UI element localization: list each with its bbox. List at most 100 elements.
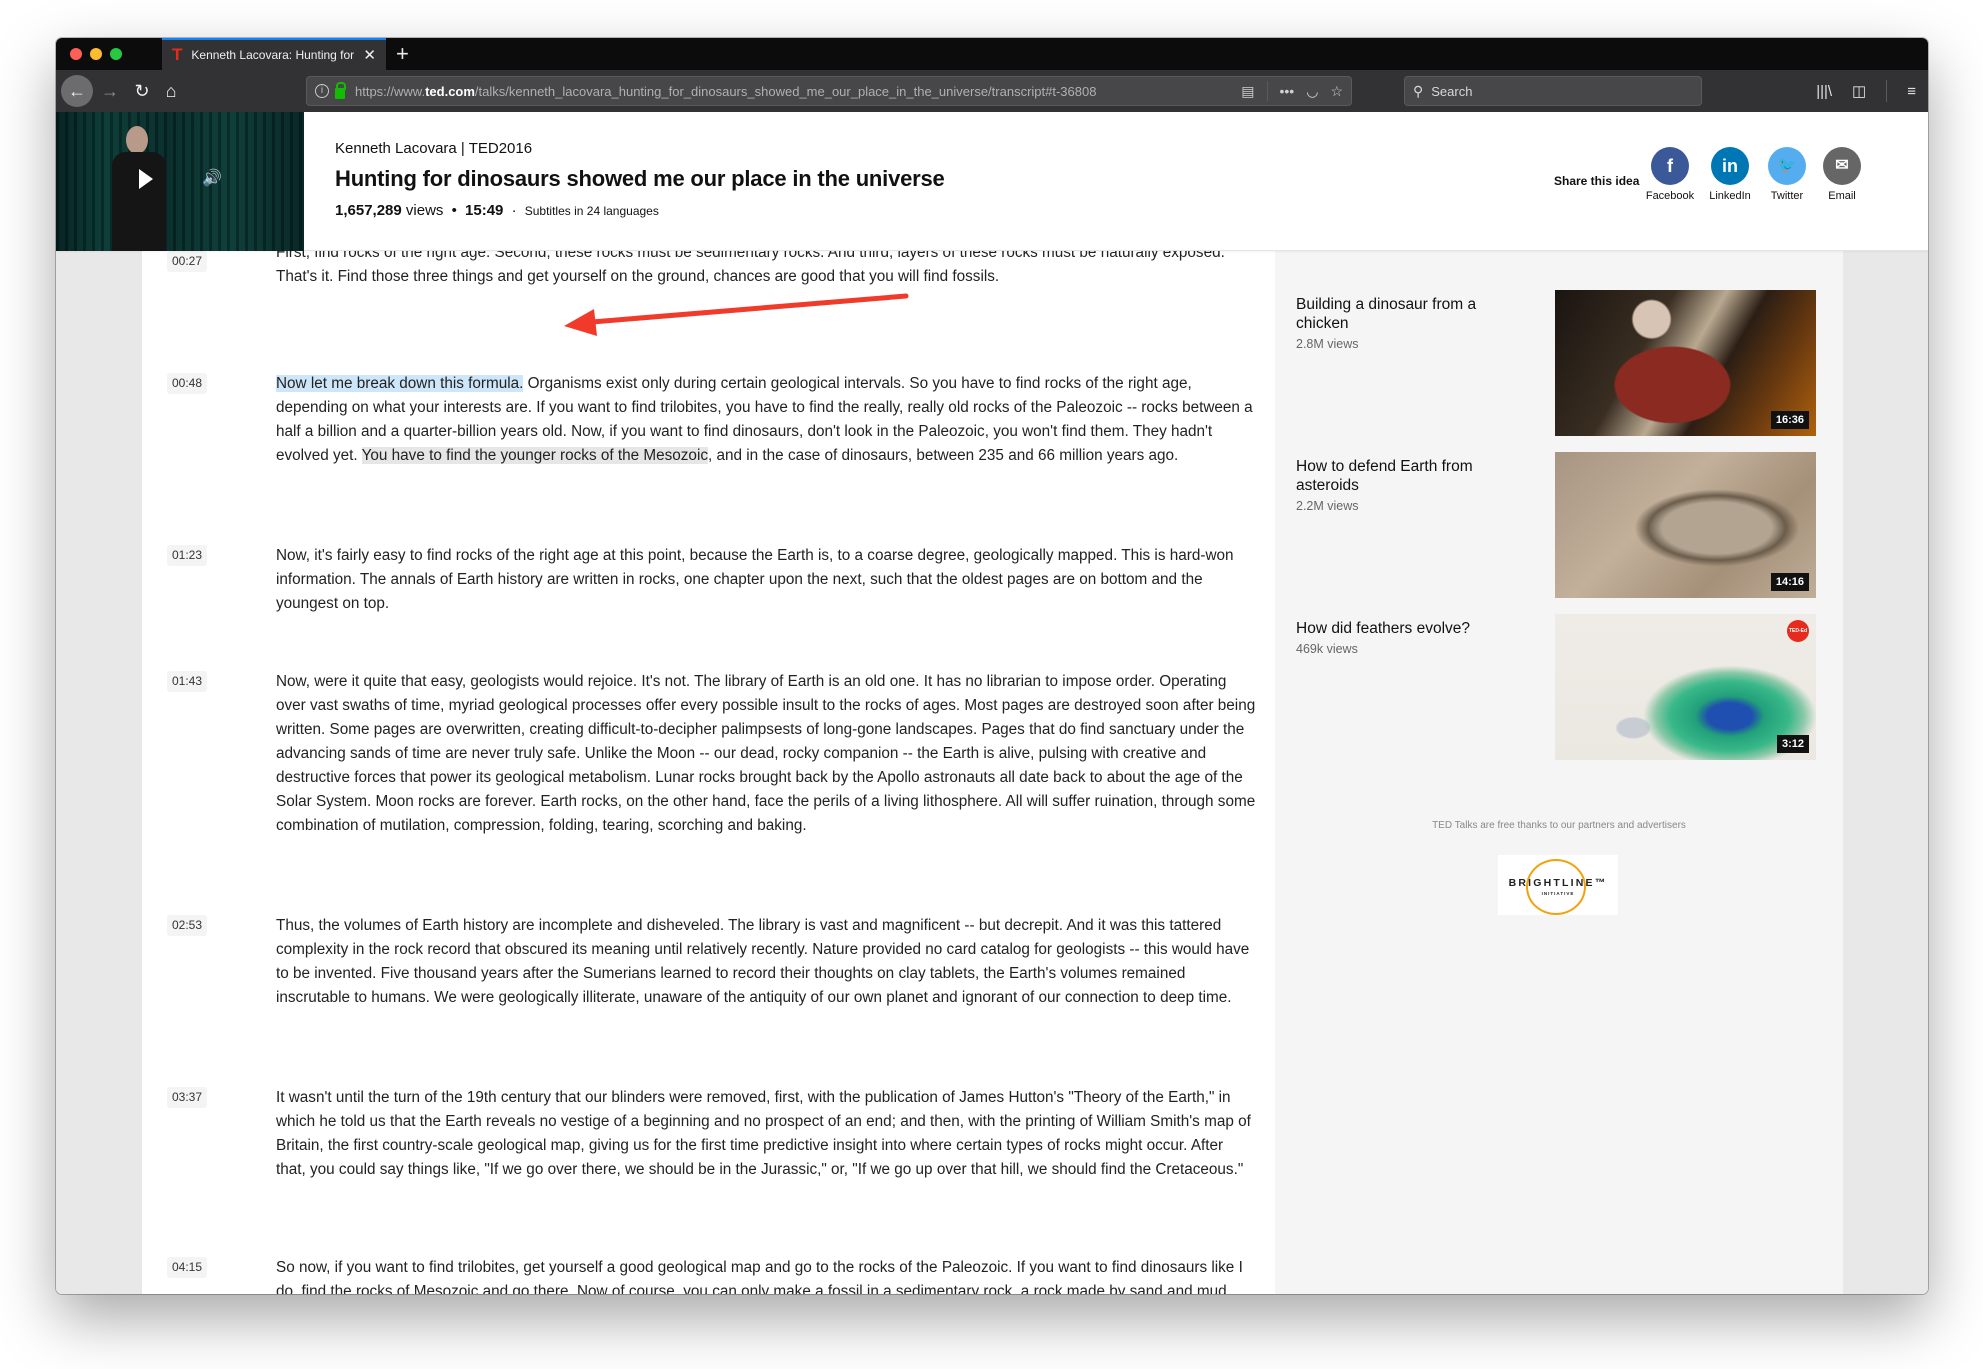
logo-subtext: INITIATIVE	[1541, 891, 1575, 896]
sidebar-toggle-icon[interactable]: ◫	[1852, 82, 1866, 100]
tab-close-icon[interactable]: ✕	[363, 46, 376, 64]
timestamp-button[interactable]: 01:23	[167, 545, 207, 566]
duration: 15:49	[465, 202, 504, 219]
volume-icon[interactable]: 🔊	[202, 168, 222, 188]
duration-badge: 3:12	[1776, 735, 1809, 753]
web-page: 00:27 First, find rocks of the right age…	[56, 112, 1928, 1294]
ted-favicon-icon: T	[172, 45, 183, 64]
related-talk-views: 2.8M views	[1296, 337, 1359, 351]
highlighted-sentence[interactable]: Now let me break down this formula.	[276, 375, 524, 392]
transcript: 00:27 First, find rocks of the right age…	[142, 112, 1275, 1294]
views-count: 1,657,289	[335, 202, 402, 219]
url-domain: ted.com	[425, 83, 475, 99]
paragraph-text[interactable]: So now, if you want to find trilobites, …	[276, 1256, 1256, 1294]
url-bar[interactable]: i https://www.ted.com/talks/kenneth_laco…	[306, 76, 1352, 106]
speaker-body	[112, 152, 166, 251]
share-name: LinkedIn	[1709, 190, 1751, 202]
browser-window: T Kenneth Lacovara: Hunting for dinosaur…	[56, 38, 1928, 1294]
play-icon[interactable]	[139, 169, 153, 189]
timestamp-button[interactable]: 03:37	[167, 1087, 207, 1108]
search-input[interactable]: ⚲ Search	[1404, 76, 1702, 106]
window-controls	[70, 48, 122, 60]
share-name: Facebook	[1645, 190, 1695, 202]
text-segment: , and in the case of dinosaurs, between …	[708, 447, 1179, 464]
hovered-sentence[interactable]: You have to find the younger rocks of th…	[361, 447, 708, 464]
email-icon: ✉	[1823, 147, 1861, 185]
stage-curtain	[56, 112, 304, 251]
ted-ed-badge: TED-Ed	[1787, 620, 1809, 642]
divider	[1266, 81, 1268, 101]
facebook-icon: f	[1651, 147, 1689, 185]
back-button[interactable]: ←	[61, 75, 93, 107]
home-button[interactable]: ⌂	[159, 75, 183, 107]
url-prefix: https://www.	[355, 83, 426, 99]
related-talk-thumbnail[interactable]: 16:36	[1555, 290, 1816, 436]
related-talk-thumbnail[interactable]: TED-Ed 3:12	[1555, 614, 1816, 760]
paragraph-text[interactable]: It wasn't until the turn of the 19th cen…	[276, 1086, 1256, 1182]
search-placeholder: Search	[1431, 83, 1473, 99]
share-name: Twitter	[1770, 190, 1804, 202]
desktop: T Kenneth Lacovara: Hunting for dinosaur…	[0, 0, 1983, 1369]
minimize-window-button[interactable]	[90, 48, 102, 60]
url-path: /talks/kenneth_lacovara_hunting_for_dino…	[474, 83, 1097, 99]
page-title: Hunting for dinosaurs showed me our plac…	[335, 166, 945, 191]
separator: ·	[511, 202, 517, 219]
speaker-head	[126, 126, 148, 154]
speaker-event[interactable]: Kenneth Lacovara | TED2016	[335, 140, 532, 157]
share-twitter-button[interactable]: 🐦 Twitter	[1757, 147, 1817, 202]
tab-title: Kenneth Lacovara: Hunting for dinosaurs …	[191, 48, 357, 62]
twitter-icon: 🐦	[1768, 147, 1806, 185]
bookmark-star-icon[interactable]: ☆	[1330, 83, 1343, 100]
logo-wordmark: BRIGHTLINE™	[1508, 877, 1608, 889]
tab-active[interactable]: T Kenneth Lacovara: Hunting for dinosaur…	[162, 38, 386, 70]
more-actions-icon[interactable]: •••	[1280, 83, 1295, 99]
related-talk-title[interactable]: Building a dinosaur from a chicken	[1296, 295, 1526, 333]
related-talk-views: 2.2M views	[1296, 499, 1359, 513]
related-talk-title[interactable]: How did feathers evolve?	[1296, 619, 1526, 638]
timestamp-button[interactable]: 00:27	[167, 251, 207, 272]
menu-icon[interactable]: ≡	[1907, 83, 1916, 100]
reload-button[interactable]: ↻	[130, 75, 154, 107]
pocket-icon[interactable]: ◡	[1306, 83, 1318, 100]
linkedin-icon: in	[1711, 147, 1749, 185]
sponsor-logo[interactable]: BRIGHTLINE™ INITIATIVE	[1498, 855, 1618, 915]
mini-video-player[interactable]: 🔊	[56, 112, 304, 251]
paragraph-text[interactable]: Now, it's fairly easy to find rocks of t…	[276, 544, 1256, 616]
talk-stats: 1,657,289 views • 15:49 · Subtitles in 2…	[335, 202, 659, 219]
new-tab-button[interactable]: +	[396, 40, 409, 68]
url-actions: ▤ ••• ◡ ☆	[1241, 81, 1343, 101]
related-talk-thumbnail[interactable]: 14:16	[1555, 452, 1816, 598]
timestamp-button[interactable]: 00:48	[167, 373, 207, 394]
views-label: views	[405, 202, 444, 219]
search-icon: ⚲	[1413, 82, 1424, 99]
right-toolbar: |||\ ◫ ≡	[1816, 80, 1916, 102]
library-icon[interactable]: |||\	[1816, 83, 1832, 100]
reader-view-icon[interactable]: ▤	[1241, 83, 1254, 100]
tab-bar: T Kenneth Lacovara: Hunting for dinosaur…	[56, 38, 1928, 70]
zoom-window-button[interactable]	[110, 48, 122, 60]
share-name: Email	[1828, 190, 1856, 202]
timestamp-button[interactable]: 01:43	[167, 671, 207, 692]
share-facebook-button[interactable]: f Facebook	[1640, 147, 1700, 202]
timestamp-button[interactable]: 04:15	[167, 1257, 207, 1278]
paragraph-text[interactable]: Thus, the volumes of Earth history are i…	[276, 914, 1256, 1010]
lock-icon	[335, 81, 346, 99]
nav-toolbar: ← → ↻ ⌂ i https://www.ted.com/talks/kenn…	[56, 70, 1928, 112]
sponsor-note: TED Talks are free thanks to our partner…	[1432, 820, 1686, 831]
forward-button[interactable]: →	[98, 75, 122, 107]
paragraph-text[interactable]: Now, were it quite that easy, geologists…	[276, 670, 1256, 838]
duration-badge: 16:36	[1770, 411, 1809, 429]
related-talk-title[interactable]: How to defend Earth from asteroids	[1296, 457, 1526, 495]
share-linkedin-button[interactable]: in LinkedIn	[1700, 147, 1760, 202]
timestamp-button[interactable]: 02:53	[167, 915, 207, 936]
close-window-button[interactable]	[70, 48, 82, 60]
separator: •	[451, 202, 457, 219]
related-talk-views: 469k views	[1296, 642, 1358, 656]
share-label: Share this idea	[1554, 174, 1640, 188]
info-icon[interactable]: i	[315, 84, 329, 98]
subtitles-link[interactable]: Subtitles in 24 languages	[525, 204, 659, 218]
share-email-button[interactable]: ✉ Email	[1812, 147, 1872, 202]
url-text[interactable]: https://www.ted.com/talks/kenneth_lacova…	[355, 84, 1096, 99]
paragraph-text[interactable]: Now let me break down this formula. Orga…	[276, 372, 1256, 468]
divider	[1886, 80, 1888, 102]
